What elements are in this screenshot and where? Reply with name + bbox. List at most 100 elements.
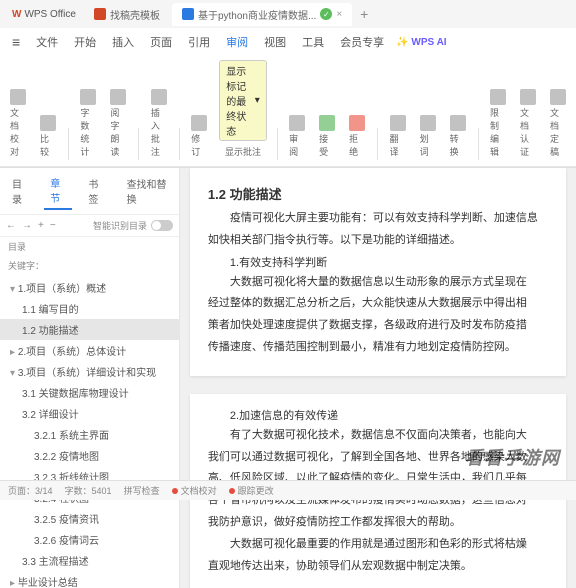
outline-item[interactable]: 3.1 关键数据库物理设计: [0, 382, 179, 403]
toggle-switch: [151, 220, 173, 231]
ribbon-toolbar: 文档校对 比较 字数统计 阅字朗读 插入批注 修订 显示标记的最终状态▾ 显示批…: [0, 56, 576, 167]
menu-review[interactable]: 审阅: [222, 32, 252, 52]
body-text: 经过整体的数据汇总分析之后，大众能快速从大数据展示中得出相: [208, 294, 548, 314]
sidebar-tab-find[interactable]: 查找和替换: [121, 173, 173, 209]
outline-item[interactable]: 3.2.6 疫情词云: [0, 529, 179, 550]
stamp-icon: [550, 89, 566, 105]
wordcount-icon: [80, 89, 96, 105]
sidebar-tab-chapter[interactable]: 章节: [44, 172, 72, 210]
expand-button[interactable]: +: [38, 220, 44, 231]
review-pane-button[interactable]: 审阅: [287, 113, 307, 160]
proofread-button[interactable]: 文档校对: [8, 87, 28, 160]
nav-next-button[interactable]: →: [22, 220, 32, 231]
menu-file[interactable]: 文件: [32, 32, 62, 52]
show-comments-button[interactable]: 显示批注: [223, 143, 263, 160]
outline-item[interactable]: 1.项目（系统）概述: [0, 277, 179, 298]
shield-icon: [520, 89, 536, 105]
outline-item[interactable]: 3.2.2 疫情地图: [0, 445, 179, 466]
select-icon: [420, 115, 436, 131]
outline-tree[interactable]: 1.项目（系统）概述1.1 编写目的1.2 功能描述2.项目（系统）总体设计3.…: [0, 275, 179, 588]
word-count-button[interactable]: 字数统计: [78, 87, 98, 160]
body-text: 我防护意识，做好疫情防控工作都发挥很大的帮助。: [208, 513, 548, 533]
compare-icon: [40, 115, 56, 131]
restrict-edit-button[interactable]: 限制编辑: [488, 87, 508, 160]
menu-page[interactable]: 页面: [146, 32, 176, 52]
close-icon[interactable]: ×: [336, 9, 342, 20]
tab-badge: ✓: [320, 8, 332, 20]
convert-icon: [450, 115, 466, 131]
menu-tools[interactable]: 工具: [298, 32, 328, 52]
accept-button[interactable]: 接受: [317, 113, 337, 160]
tab-document[interactable]: 基于python商业疫情数据... ✓ ×: [172, 3, 352, 26]
x-icon: [349, 115, 365, 131]
tab-label: 找稿壳模板: [110, 7, 160, 22]
body-text: 有了大数据可视化技术，数据信息不仅面向决策者，也能向大: [208, 426, 548, 446]
app-menu-button[interactable]: ≡: [8, 32, 24, 52]
template-icon: [94, 8, 106, 20]
translate-icon: [390, 115, 406, 131]
doc-auth-button[interactable]: 文档认证: [518, 87, 538, 160]
page-indicator[interactable]: 页面：3/14: [8, 484, 53, 497]
sidebar-tabs: 目录 章节 书签 查找和替换: [0, 168, 179, 215]
menu-member[interactable]: 会员专享: [336, 32, 388, 52]
menu-reference[interactable]: 引用: [184, 32, 214, 52]
smart-toc-toggle[interactable]: 智能识别目录: [93, 219, 173, 232]
outline-item[interactable]: 毕业设计总结: [0, 571, 179, 588]
outline-item[interactable]: 3.项目（系统）详细设计和实现: [0, 361, 179, 382]
menu-view[interactable]: 视图: [260, 32, 290, 52]
dot-icon: [229, 488, 235, 494]
menu-home[interactable]: 开始: [70, 32, 100, 52]
outline-item[interactable]: 3.2.5 疫情资讯: [0, 508, 179, 529]
convert-button[interactable]: 转换: [448, 113, 468, 160]
watermark-text: 看看手游网: [465, 444, 560, 470]
read-aloud-button[interactable]: 阅字朗读: [108, 87, 128, 160]
review-icon: [289, 115, 305, 131]
wps-logo: W: [12, 9, 21, 20]
word-count-indicator[interactable]: 字数：5401: [65, 484, 112, 497]
body-text: 策者加快处理速度提供了数据支撑，各级政府进行及时发布防疫措: [208, 316, 548, 336]
nav-prev-button[interactable]: ←: [6, 220, 16, 231]
new-tab-button[interactable]: +: [354, 4, 374, 24]
check-icon: [319, 115, 335, 131]
outline-item[interactable]: 2.项目（系统）总体设计: [0, 340, 179, 361]
collapse-button[interactable]: −: [50, 220, 56, 231]
word-doc-icon: [182, 8, 194, 20]
app-brand: W WPS Office: [4, 9, 84, 20]
dot-icon: [172, 488, 178, 494]
body-text: 大数据可视化最重要的作用就是通过图形和色彩的形式将枯燥: [208, 535, 548, 555]
toc-count-label: 目录: [8, 240, 26, 253]
wps-ai-button[interactable]: ✨ WPS AI: [396, 37, 446, 48]
body-text: 传播速度、传播范围控制到最小，精准有力地划定疫情防控网。: [208, 338, 548, 358]
insert-comment-button[interactable]: 插入批注: [149, 87, 169, 160]
proofread-status[interactable]: 文档校对: [172, 484, 217, 497]
outline-item[interactable]: 3.3 主流程描述: [0, 550, 179, 571]
proofread-icon: [10, 89, 26, 105]
compare-button[interactable]: 比较: [38, 113, 58, 160]
body-text: 如快相关部门指令执行等。以下是功能的详细描述。: [208, 231, 548, 251]
sidebar-tab-toc[interactable]: 目录: [6, 173, 34, 209]
pen-icon: [191, 115, 207, 131]
comment-icon: [151, 89, 167, 105]
chevron-down-icon: ▾: [255, 95, 260, 106]
document-viewport[interactable]: 1.2 功能描述 疫情可视化大屏主要功能有：可以有效支持科学判断、加速信息 如快…: [180, 168, 576, 588]
sidebar-tab-bookmark[interactable]: 书签: [82, 173, 110, 209]
page: 1.2 功能描述 疫情可视化大屏主要功能有：可以有效支持科学判断、加速信息 如快…: [190, 168, 566, 376]
spellcheck-status[interactable]: 拼写检查: [124, 484, 160, 497]
finalize-button[interactable]: 文档定稿: [548, 87, 568, 160]
tab-template-store[interactable]: 找稿壳模板: [84, 3, 170, 26]
markup-mode-dropdown[interactable]: 显示标记的最终状态▾: [219, 60, 266, 141]
subheading: 2.加速信息的有效传递: [208, 407, 548, 423]
body-text: 大数据可视化将大量的数据信息以生动形象的展示方式呈现在: [208, 273, 548, 293]
outline-item[interactable]: 1.1 编写目的: [0, 298, 179, 319]
track-changes-button[interactable]: 修订: [189, 113, 209, 160]
outline-item[interactable]: 3.2 详细设计: [0, 403, 179, 424]
word-select-button[interactable]: 划词: [418, 113, 438, 160]
heading: 1.2 功能描述: [208, 184, 548, 203]
tracking-status[interactable]: 跟踪更改: [229, 484, 274, 497]
window-tabs: W WPS Office 找稿壳模板 基于python商业疫情数据... ✓ ×…: [0, 0, 576, 28]
translate-button[interactable]: 翻译: [388, 113, 408, 160]
outline-item[interactable]: 3.2.1 系统主界面: [0, 424, 179, 445]
outline-item[interactable]: 1.2 功能描述: [0, 319, 179, 340]
reject-button[interactable]: 拒绝: [347, 113, 367, 160]
menu-insert[interactable]: 插入: [108, 32, 138, 52]
